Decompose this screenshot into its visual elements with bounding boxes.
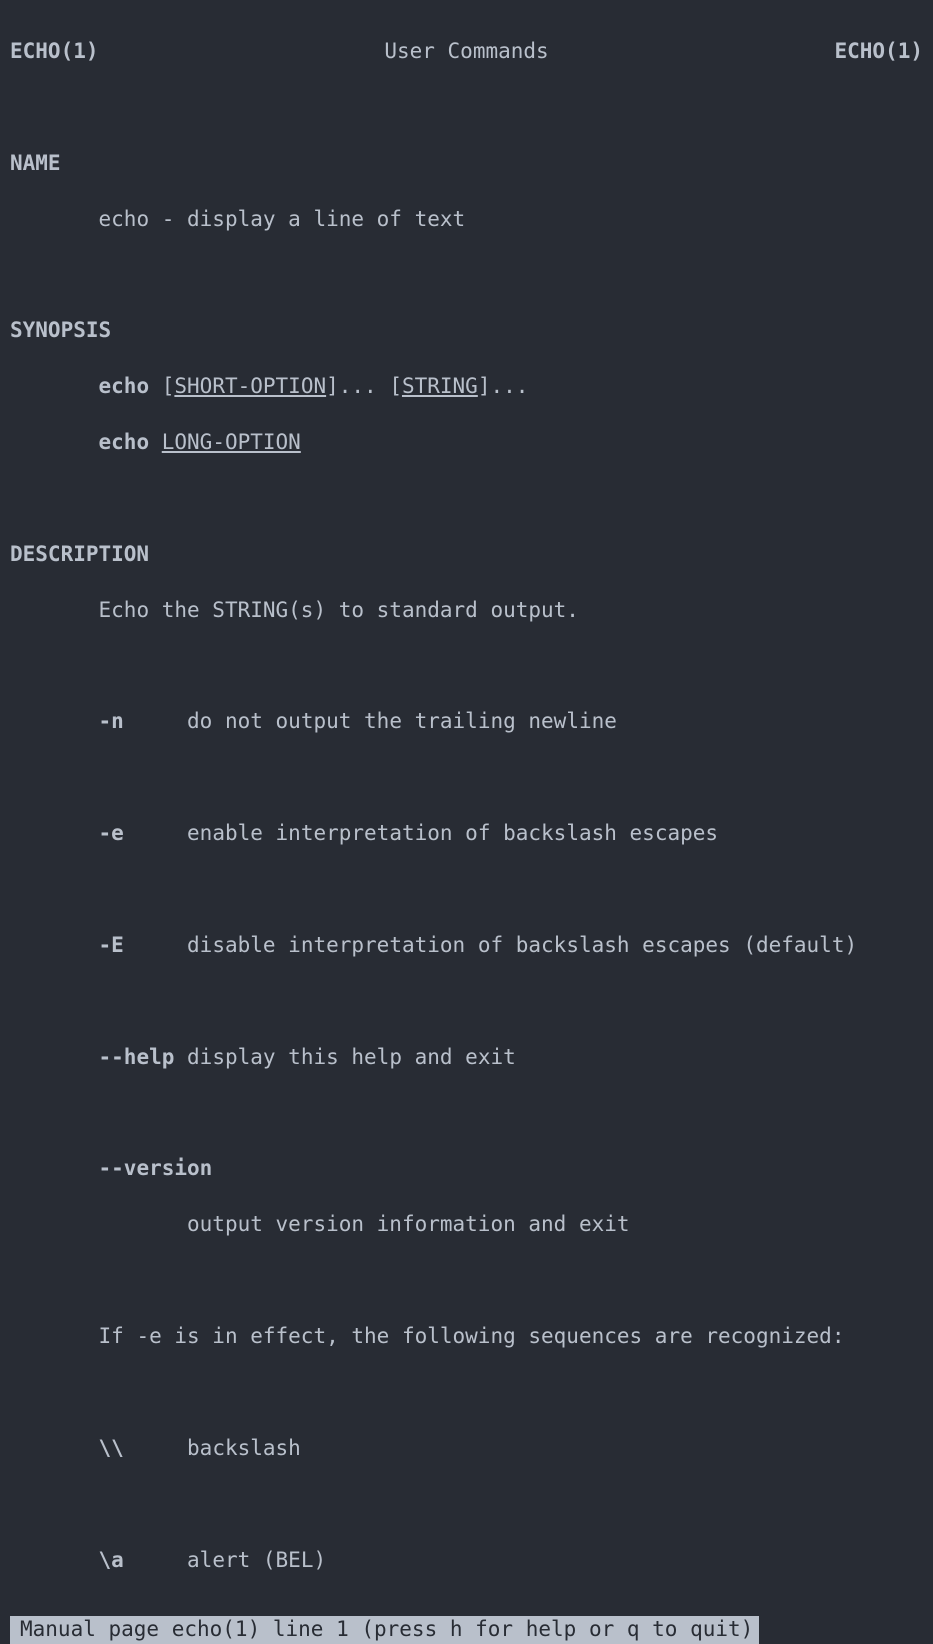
option-e: -e enable interpretation of backslash es… <box>0 820 933 848</box>
man-header: ECHO(1) User Commands ECHO(1) <box>0 38 933 66</box>
name-content: echo - display a line of text <box>0 206 933 234</box>
header-center: User Commands <box>384 38 548 66</box>
escape-backslash: \\ backslash <box>0 1435 933 1463</box>
man-page-content[interactable]: ECHO(1) User Commands ECHO(1) NAME echo - … <box>0 0 933 1644</box>
option-big-e: -E disable interpretation of backslash e… <box>0 932 933 960</box>
option-n: -n do not output the trailing newline <box>0 708 933 736</box>
section-synopsis-title: SYNOPSIS <box>0 317 933 345</box>
header-left: ECHO(1) <box>10 38 99 66</box>
description-intro: Echo the STRING(s) to standard output. <box>0 597 933 625</box>
option-version-desc: output version information and exit <box>0 1211 933 1239</box>
header-right: ECHO(1) <box>834 38 923 66</box>
section-description-title: DESCRIPTION <box>0 541 933 569</box>
synopsis-line2: echo LONG-OPTION <box>0 429 933 457</box>
pager-status-bar[interactable]: Manual page echo(1) line 1 (press h for … <box>10 1616 759 1644</box>
escape-alert: \a alert (BEL) <box>0 1547 933 1575</box>
escape-intro: If -e is in effect, the following sequen… <box>0 1323 933 1351</box>
option-help: --help display this help and exit <box>0 1044 933 1072</box>
section-name-title: NAME <box>0 150 933 178</box>
option-version-flag: --version <box>0 1155 933 1183</box>
synopsis-line1: echo [SHORT-OPTION]... [STRING]... <box>0 373 933 401</box>
